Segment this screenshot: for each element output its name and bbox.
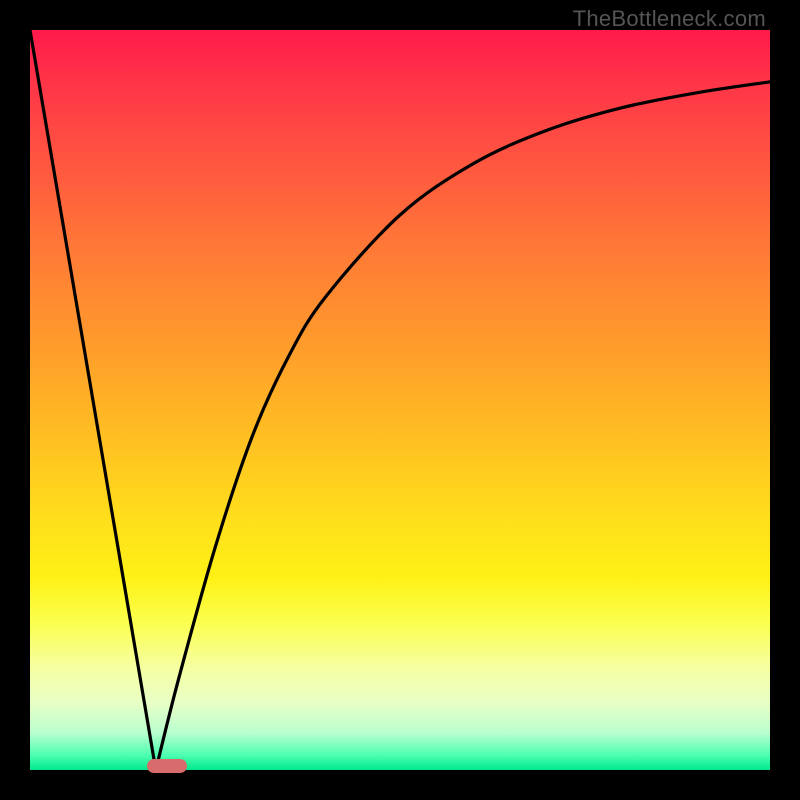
right-recovery-curve [156, 82, 770, 770]
left-descent-line [30, 30, 156, 770]
chart-frame: TheBottleneck.com [0, 0, 800, 800]
bottleneck-marker [147, 759, 188, 773]
watermark-text: TheBottleneck.com [573, 6, 766, 32]
curve-layer [30, 30, 770, 770]
plot-area [30, 30, 770, 770]
